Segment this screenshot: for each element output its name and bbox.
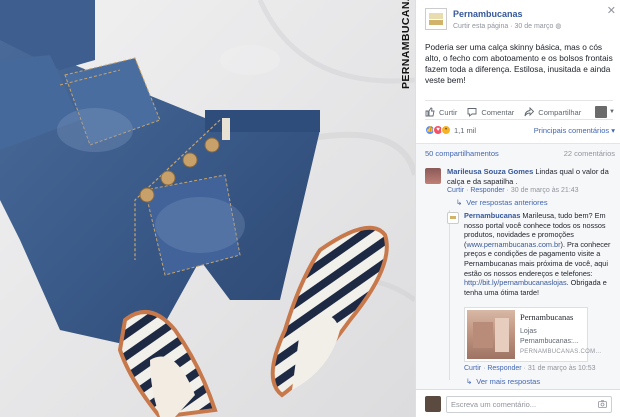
reply-text: Pernambucanas Marileusa, tudo bem? Em no… xyxy=(464,211,618,297)
divider xyxy=(425,100,613,101)
like-label: Curtir xyxy=(439,107,458,117)
brand-watermark: PERNAMBUCANAS xyxy=(399,0,413,90)
like-page-link[interactable]: Curtir esta página xyxy=(453,23,508,30)
previous-replies-label: Ver respostas anteriores xyxy=(466,198,548,207)
reaction-count[interactable]: 1,1 mil xyxy=(454,126,476,135)
share-label: Compartilhar xyxy=(538,107,582,117)
comment-icon xyxy=(467,108,477,117)
post-photo[interactable]: PERNAMBUCANAS xyxy=(0,0,415,417)
comment-like-link[interactable]: Curtir xyxy=(447,187,464,194)
comment-text: Marileusa Souza Gomes Lindas qual o valo… xyxy=(447,167,617,187)
divider xyxy=(425,119,613,120)
wow-reaction-icon: • xyxy=(441,125,451,135)
post-header: Pernambucanas Curtir esta página · 30 de… xyxy=(425,8,561,30)
reactions-row[interactable]: 👍 ♥ • 1,1 mil Principais comentários ▾ xyxy=(425,125,615,135)
brand-watermark-text: PERNAMBUCANAS xyxy=(400,0,412,89)
share-button[interactable]: Compartilhar xyxy=(524,107,581,117)
link-preview-description: Lojas Pernambucanas:... xyxy=(520,328,579,345)
link-preview-card[interactable]: Pernambucanas Lojas Pernambucanas:... PE… xyxy=(464,307,601,362)
thread-line xyxy=(449,210,450,380)
reply-page-avatar[interactable] xyxy=(447,212,459,224)
commenter-avatar[interactable] xyxy=(425,168,441,184)
viewer-avatar[interactable] xyxy=(425,396,441,412)
page-name-link[interactable]: Pernambucanas xyxy=(453,9,561,19)
link-preview-domain: PERNAMBUCANAS.COM... xyxy=(520,349,602,355)
previous-replies-link[interactable]: ↳ Ver respostas anteriores xyxy=(456,198,548,207)
comment-composer: Escreva um comentário... xyxy=(416,389,620,417)
stores-link[interactable]: http://bit.ly/pernambucanaslojas xyxy=(464,278,567,287)
chevron-down-icon: ▾ xyxy=(611,125,615,135)
chevron-down-icon[interactable]: ▼ xyxy=(609,109,615,115)
comment-button[interactable]: Comentar xyxy=(467,107,514,117)
comment-meta: Curtir · Responder · 30 de março às 21:4… xyxy=(447,187,579,194)
reply-time[interactable]: 31 de março às 10:53 xyxy=(528,365,596,372)
page-avatar[interactable] xyxy=(425,8,447,30)
site-link[interactable]: www.pernambucanas.com.br xyxy=(466,240,560,249)
comment-input-placeholder: Escreva um comentário... xyxy=(451,400,537,409)
link-preview-thumbnail xyxy=(467,310,515,359)
link-preview-title: Pernambucanas xyxy=(520,312,574,322)
reply-author-name[interactable]: Pernambucanas xyxy=(464,211,520,220)
comments-section: 50 compartilhamentos 22 comentários Mari… xyxy=(416,143,620,417)
post-meta: Curtir esta página · 30 de março ◍ xyxy=(453,23,562,30)
reply-arrow-icon: ↳ xyxy=(456,198,463,207)
viewer-avatar[interactable] xyxy=(595,106,608,118)
reply-reply-link[interactable]: Responder xyxy=(487,365,521,372)
like-button[interactable]: Curtir xyxy=(425,107,457,117)
post-actions: Curtir Comentar Compartilhar ▼ xyxy=(425,106,615,118)
reply-arrow-icon: ↳ xyxy=(466,377,473,386)
more-replies-label: Ver mais respostas xyxy=(476,377,541,386)
globe-icon: ◍ xyxy=(555,23,562,30)
reply-like-link[interactable]: Curtir xyxy=(464,365,481,372)
comment-input[interactable]: Escreva um comentário... xyxy=(446,396,612,413)
shares-count[interactable]: 50 compartilhamentos xyxy=(425,149,499,158)
comment-sort-label: Principais comentários xyxy=(533,125,610,135)
comment-reply-link[interactable]: Responder xyxy=(470,187,504,194)
post-caption: Poderia ser uma calça skinny básica, mas… xyxy=(425,42,613,85)
comment-sort-dropdown[interactable]: Principais comentários ▾ xyxy=(534,126,615,135)
reply-meta: Curtir · Responder · 31 de março às 10:5… xyxy=(464,365,596,372)
jeans-and-flats-photo xyxy=(0,0,415,417)
stats-row: 50 compartilhamentos 22 comentários xyxy=(425,149,615,158)
close-icon[interactable]: ✕ xyxy=(607,4,616,17)
like-icon xyxy=(425,107,435,117)
camera-icon[interactable] xyxy=(598,400,607,408)
commenter-name[interactable]: Marileusa Souza Gomes xyxy=(447,167,533,176)
comment-time[interactable]: 30 de março às 21:43 xyxy=(511,187,579,194)
share-icon xyxy=(524,107,535,117)
comments-count[interactable]: 22 comentários xyxy=(564,149,615,158)
post-side-panel: ✕ Pernambucanas Curtir esta página · 30 … xyxy=(415,0,620,417)
comment-label: Comentar xyxy=(481,107,515,117)
more-replies-link[interactable]: ↳ Ver mais respostas xyxy=(466,377,540,386)
post-date[interactable]: 30 de março xyxy=(515,23,554,30)
